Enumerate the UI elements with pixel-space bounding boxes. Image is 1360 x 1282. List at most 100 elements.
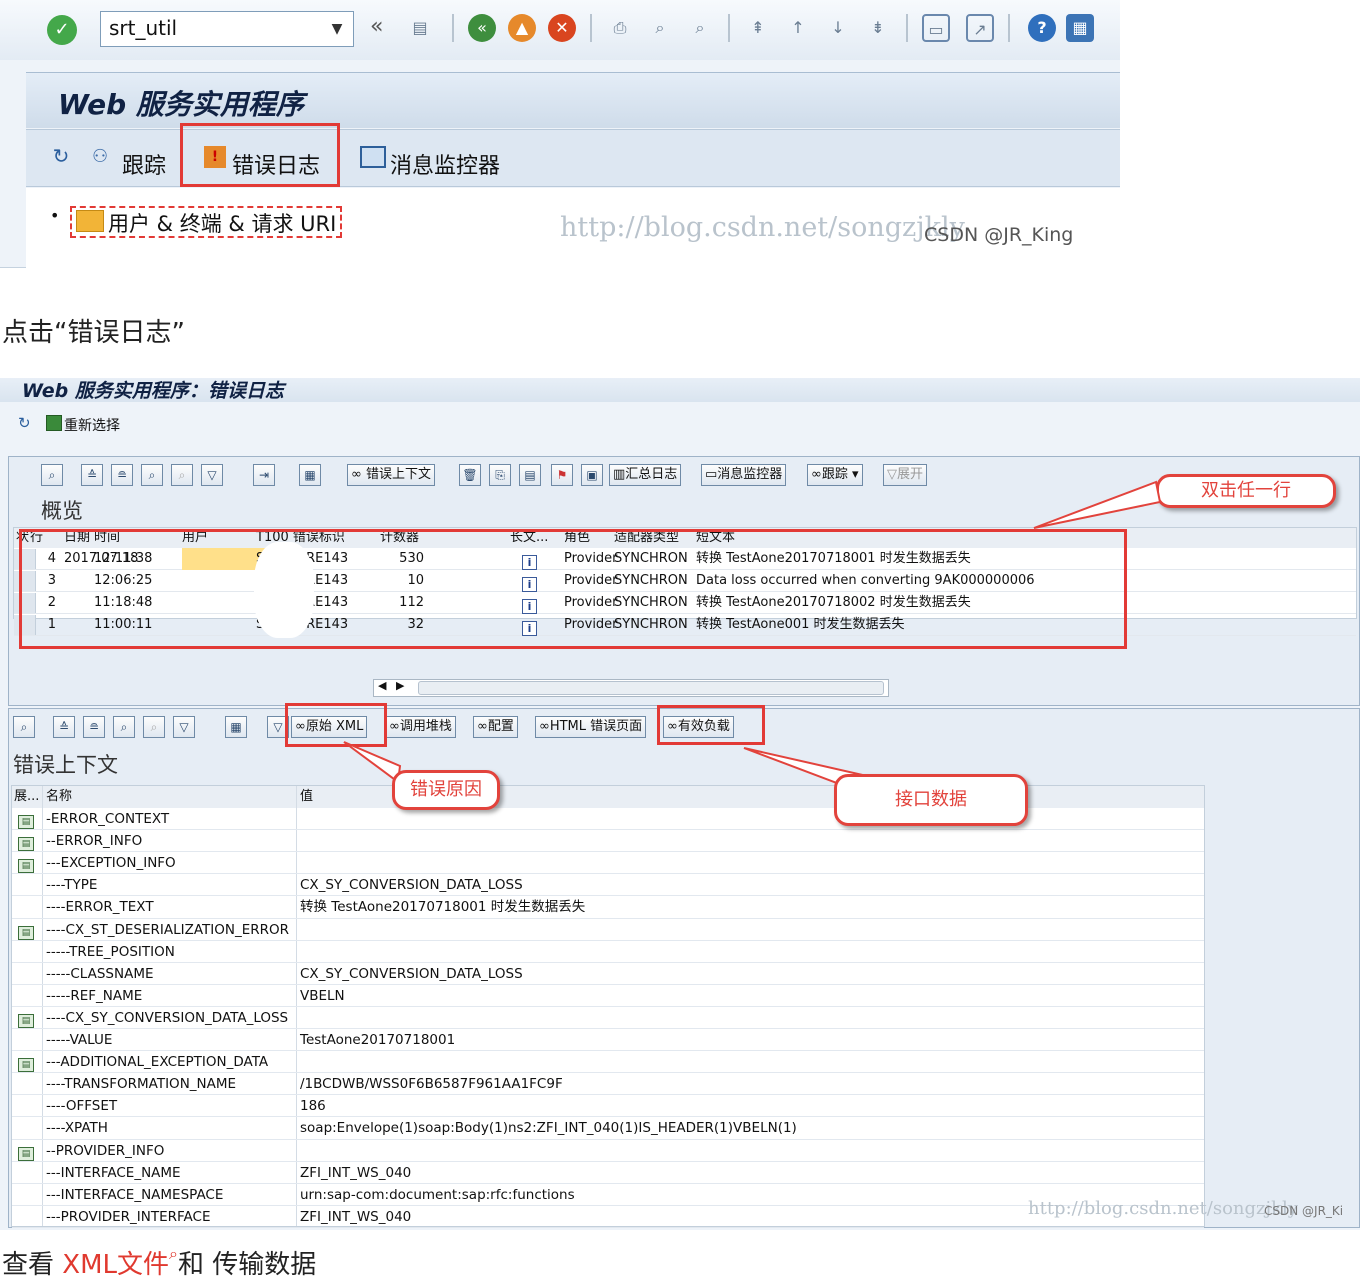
scroll-left-icon[interactable]: ◀ (378, 679, 386, 692)
watermark-csdn: CSDN @JR_Ki (1264, 1204, 1344, 1218)
find-next-icon[interactable]: ⌕ (143, 716, 165, 738)
tree-row[interactable]: ----TRANSFORMATION_NAME/1BCDWB/WSS0F6B65… (12, 1073, 1204, 1096)
command-field[interactable]: srt_util ▼ (100, 11, 354, 47)
expand-node-icon[interactable]: ▤ (18, 925, 34, 940)
tree-node-label[interactable]: 用户 & 终端 & 请求 URI (108, 208, 336, 238)
expand-node-icon[interactable]: ▤ (18, 815, 34, 829)
delete-icon[interactable]: 🗑 (459, 464, 481, 486)
html-error-page-button[interactable]: ∞HTML 错误页面 (535, 716, 647, 738)
tree-row[interactable]: ----TYPE CX_SY_CONVERSION_DATA_LOSS (12, 874, 1204, 897)
monitor-icon[interactable] (360, 146, 386, 168)
tree-row[interactable]: -----TREE_POSITION (12, 941, 1204, 963)
tree-row[interactable]: ---INTERFACE_NAMESPACE urn:sap-com:docume… (12, 1184, 1204, 1206)
search-icon[interactable]: ⌕ (169, 1244, 178, 1263)
users-icon[interactable]: ⚇ (92, 146, 108, 167)
glasses-icon: ∞ (389, 719, 400, 734)
find-icon[interactable]: ⌕ (646, 14, 674, 42)
node-name: ----CX_SY_CONVERSION_DATA_LOSS (46, 1009, 289, 1026)
scroll-thumb[interactable] (418, 681, 884, 695)
column-header[interactable]: 名称 (46, 787, 72, 807)
layout-icon[interactable]: ▦ (299, 464, 321, 486)
xml-file-link[interactable]: XML文件 (62, 1250, 169, 1280)
back-nav-icon[interactable]: « (370, 14, 383, 39)
details-icon[interactable]: ⌕ (13, 716, 35, 738)
tree-row[interactable]: -----REF_NAME VBELN (12, 985, 1204, 1007)
find-icon[interactable]: ⌕ (113, 716, 135, 738)
reselect-button[interactable]: 重新选择 (64, 415, 120, 435)
customize-layout-icon[interactable]: ▦ (1066, 14, 1094, 42)
flag-icon[interactable]: ⚑ (551, 464, 573, 486)
tree-row[interactable]: ----ERROR_TEXT 转换 TestAone20170718001 时发生… (12, 896, 1204, 919)
column-header[interactable]: 值 (300, 787, 313, 807)
last-page-icon[interactable]: ⇟ (864, 14, 892, 42)
help-icon[interactable]: ? (1028, 14, 1056, 42)
trace-button[interactable]: 跟踪 (122, 148, 166, 180)
expand-button[interactable]: ▽展开 (883, 464, 928, 486)
message-monitor-button[interactable]: ▭消息监控器 (701, 464, 787, 486)
find-icon[interactable]: ⌕ (141, 464, 163, 486)
next-page-icon[interactable]: ↓ (824, 14, 852, 42)
tree-row[interactable]: -----CLASSNAME CX_SY_CONVERSION_DATA_LOSS (12, 963, 1204, 985)
node-value: ZFI_INT_WS_040 (300, 1164, 412, 1181)
tree-row[interactable]: ---PROVIDER_INTERFACE ZFI_INT_WS_040 (12, 1206, 1204, 1228)
summary-log-button[interactable]: ▥汇总日志 (609, 464, 682, 486)
details-icon[interactable]: ⌕ (41, 464, 63, 486)
error-context-panel: ⌕ ≙ ≘ ⌕ ⌕ ▽ ▦ ▽ ∞原始 XML ∞调用堆栈 ∞配置 ∞HTML … (8, 703, 1360, 1228)
prev-page-icon[interactable]: ↑ (784, 14, 812, 42)
back-icon[interactable]: « (468, 14, 496, 42)
tree-pane: • 用户 & 终端 & 请求 URI http://blog.csdn.net/… (26, 188, 1120, 268)
expand-node-icon[interactable]: ▤ (18, 1146, 34, 1161)
first-page-icon[interactable]: ⇞ (744, 14, 772, 42)
find-next-icon[interactable]: ⌕ (171, 464, 193, 486)
message-monitor-button[interactable]: 消息监控器 (390, 148, 500, 180)
copy-icon[interactable]: ⎘ (489, 464, 511, 486)
expand-node-icon[interactable]: ▤ (18, 837, 34, 852)
config-button[interactable]: ∞配置 (473, 716, 518, 738)
xml-icon[interactable]: ▣ (581, 464, 603, 486)
tree-row[interactable]: ▤ ----CX_ST_DESERIALIZATION_ERROR (12, 919, 1204, 941)
trace-button[interactable]: ∞跟踪 ▾ (807, 464, 863, 486)
error-log-button[interactable]: 错误日志 (232, 148, 320, 180)
tree-row[interactable]: ▤ --ERROR_INFO (12, 830, 1204, 853)
export-icon[interactable]: ⇥ (253, 464, 275, 486)
tree-row[interactable]: ▤ ----CX_SY_CONVERSION_DATA_LOSS (12, 1007, 1204, 1030)
message-monitor-label: 消息监控器 (717, 467, 783, 482)
tree-row[interactable]: ----OFFSET 186 (12, 1095, 1204, 1118)
error-log-screenshot: Web 服务实用程序：错误日志 ↻ 重新选择 ⌕ ≙ ≘ ⌕ ⌕ ▽ ⇥ ▦ ∞… (0, 378, 1360, 1230)
layout-icon[interactable]: ▦ (225, 716, 247, 738)
tree-row[interactable]: ▤ ---EXCEPTION_INFO (12, 852, 1204, 875)
enter-check-icon[interactable]: ✓ (47, 15, 77, 45)
tree-row[interactable]: ---INTERFACE_NAME ZFI_INT_WS_040 (12, 1162, 1204, 1184)
cancel-icon[interactable]: ✕ (548, 14, 576, 42)
new-session-icon[interactable]: ▭ (922, 14, 950, 42)
error-context-button[interactable]: ∞ 错误上下文 (347, 464, 435, 486)
error-log-icon[interactable]: ! (204, 146, 226, 168)
refresh-icon[interactable]: ↻ (48, 144, 74, 170)
print-icon[interactable]: ⎙ (606, 14, 634, 42)
horizontal-scrollbar[interactable]: ◀ ▶ (373, 679, 889, 697)
filter-icon[interactable]: ▽ (201, 464, 223, 486)
refresh-icon[interactable]: ↻ (18, 414, 31, 432)
sort-asc-icon[interactable]: ≙ (81, 464, 103, 486)
expand-node-icon[interactable]: ▤ (18, 1058, 34, 1073)
find-next-icon[interactable]: ⌕ (686, 14, 714, 42)
tree-row[interactable]: ----XPATH soap:Envelope(1)soap:Body(1)ns2… (12, 1117, 1204, 1140)
tree-row[interactable]: ▤ ---ADDITIONAL_EXCEPTION_DATA (12, 1051, 1204, 1074)
filter-icon[interactable]: ▽ (173, 716, 195, 738)
sort-desc-icon[interactable]: ≘ (111, 464, 133, 486)
document-icon[interactable]: ▤ (519, 464, 541, 486)
expand-node-icon[interactable]: ▤ (18, 1013, 34, 1028)
reselect-icon[interactable] (46, 415, 62, 431)
exit-icon[interactable]: ▲ (508, 14, 536, 42)
call-stack-button[interactable]: ∞调用堆栈 (385, 716, 456, 738)
scroll-right-icon[interactable]: ▶ (396, 679, 404, 692)
tree-row[interactable]: -----VALUE TestAone20170718001 (12, 1029, 1204, 1052)
shortcut-icon[interactable]: ↗ (966, 14, 994, 42)
sort-asc-icon[interactable]: ≙ (53, 716, 75, 738)
tree-row[interactable]: ▤ --PROVIDER_INFO (12, 1140, 1204, 1162)
chevron-down-icon[interactable]: ▼ (325, 17, 349, 41)
expand-node-icon[interactable]: ▤ (18, 859, 34, 874)
save-icon[interactable]: ▤ (406, 14, 434, 42)
sort-desc-icon[interactable]: ≘ (83, 716, 105, 738)
column-header[interactable]: 展... (14, 787, 39, 807)
